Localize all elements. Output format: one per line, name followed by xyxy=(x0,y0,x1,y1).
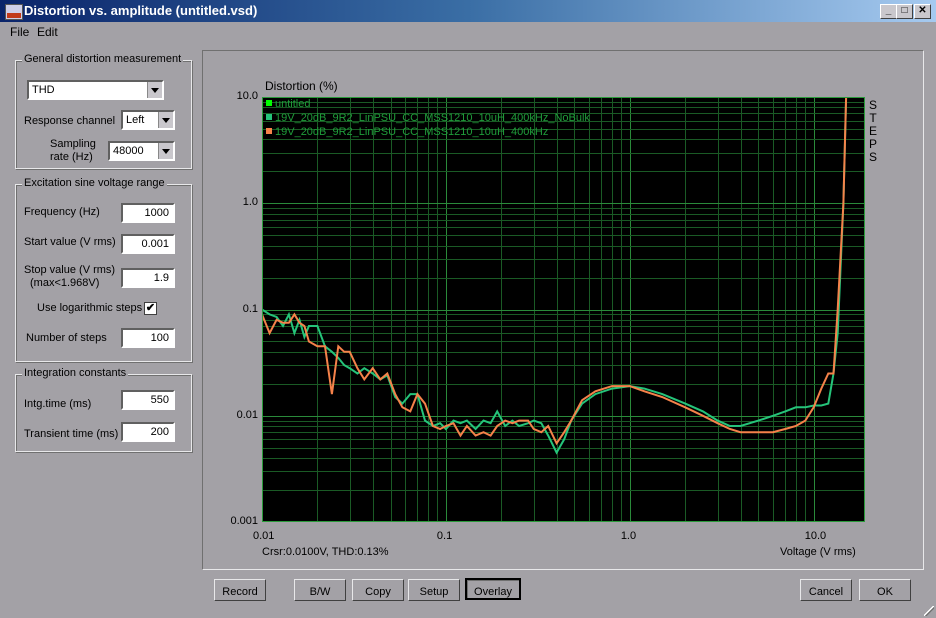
measurement-select[interactable]: THD xyxy=(27,80,164,100)
y-tick-label: 10.0 xyxy=(236,90,258,102)
steps-letter: S xyxy=(868,150,877,164)
x-axis-label: Voltage (V rms) xyxy=(780,546,856,558)
chevron-down-icon[interactable] xyxy=(158,143,173,159)
sampling-rate-value: 48000 xyxy=(113,145,144,157)
legend-item: 19V_20dB_9R2_LinPSU_CC_MSS1210_10uH_400k… xyxy=(266,126,548,138)
cursor-readout: Crsr:0.0100V, THD:0.13% xyxy=(262,546,389,558)
setup-button[interactable]: Setup xyxy=(408,579,460,601)
ok-button[interactable]: OK xyxy=(859,579,911,601)
frequency-label: Frequency (Hz) xyxy=(24,206,100,218)
excitation-group: Excitation sine voltage range Frequency … xyxy=(15,177,192,362)
bw-button[interactable]: B/W xyxy=(294,579,346,601)
window-title: Distortion vs. amplitude (untitled.vsd) xyxy=(24,3,258,18)
legend-label: untitled xyxy=(275,98,311,110)
intg-time-label: Intg.time (ms) xyxy=(24,398,92,410)
legend-swatch xyxy=(266,128,272,134)
x-tick-label: 0.1 xyxy=(436,530,453,542)
chevron-down-icon[interactable] xyxy=(147,82,162,98)
x-tick-label: 10.0 xyxy=(804,530,827,542)
log-steps-label: Use logarithmic steps xyxy=(37,302,143,314)
y-tick-label: 0.1 xyxy=(242,302,258,315)
transient-time-input[interactable]: 200 xyxy=(121,422,175,442)
stop-value-max-label: (max<1.968V) xyxy=(30,277,100,289)
measurement-value: THD xyxy=(32,84,55,96)
chevron-down-icon[interactable] xyxy=(158,112,173,128)
group-title: General distortion measurement xyxy=(22,53,184,65)
x-tick-label: 0.01 xyxy=(253,530,275,542)
frequency-input[interactable]: 1000 xyxy=(121,203,175,223)
y-axis-label: Distortion (%) xyxy=(265,79,338,93)
response-channel-select[interactable]: Left xyxy=(121,110,175,130)
transient-time-label: Transient time (ms) xyxy=(24,428,119,440)
legend-swatch xyxy=(266,100,272,106)
menu-bar: File Edit xyxy=(0,22,936,42)
app-icon xyxy=(5,4,23,20)
close-button[interactable]: ✕ xyxy=(914,4,931,19)
log-steps-checkbox[interactable]: ✔ xyxy=(144,302,157,315)
legend-label: 19V_20dB_9R2_LinPSU_CC_MSS1210_10uH_400k… xyxy=(275,112,590,124)
legend-swatch xyxy=(266,114,272,120)
response-channel-value: Left xyxy=(126,114,145,126)
overlay-button[interactable]: Overlay xyxy=(465,578,521,600)
steps-axis-label: S T E P S xyxy=(868,99,878,164)
y-tick-label: 0.001 xyxy=(230,515,258,527)
legend-item: untitled xyxy=(266,98,310,110)
legend-item: 19V_20dB_9R2_LinPSU_CC_MSS1210_10uH_400k… xyxy=(266,112,590,124)
stop-value-label: Stop value (V rms) xyxy=(24,264,116,276)
plot-area[interactable] xyxy=(262,97,865,522)
group-title: Excitation sine voltage range xyxy=(22,177,167,189)
sampling-rate-select[interactable]: 48000 xyxy=(108,141,175,161)
minimize-button[interactable]: _ xyxy=(880,4,897,19)
x-tick-label: 1.0 xyxy=(620,530,637,542)
title-bar: Distortion vs. amplitude (untitled.vsd) … xyxy=(0,0,936,22)
integration-group: Integration constants Intg.time (ms) 550… xyxy=(15,367,192,452)
start-value-label: Start value (V rms) xyxy=(24,236,116,248)
menu-file[interactable]: File xyxy=(10,25,29,39)
record-button[interactable]: Record xyxy=(214,579,266,601)
maximize-button[interactable]: □ xyxy=(896,4,913,19)
intg-time-input[interactable]: 550 xyxy=(121,390,175,410)
response-channel-label: Response channel xyxy=(24,115,116,127)
number-of-steps-input[interactable]: 100 xyxy=(121,328,175,348)
number-of-steps-label: Number of steps xyxy=(26,332,107,344)
copy-button[interactable]: Copy xyxy=(352,579,404,601)
stop-value-input[interactable]: 1.9 xyxy=(121,268,175,288)
resize-grip[interactable] xyxy=(924,606,934,616)
menu-edit[interactable]: Edit xyxy=(37,25,58,39)
cancel-button[interactable]: Cancel xyxy=(800,579,852,601)
legend-label: 19V_20dB_9R2_LinPSU_CC_MSS1210_10uH_400k… xyxy=(275,126,549,138)
sampling-rate-label-2: rate (Hz) xyxy=(50,151,93,163)
general-distortion-group: General distortion measurement THD Respo… xyxy=(15,53,192,169)
sampling-rate-label: Sampling xyxy=(50,138,96,150)
y-tick-label: 1.0 xyxy=(242,196,258,209)
y-tick-label: 0.01 xyxy=(236,408,258,421)
group-title: Integration constants xyxy=(22,367,129,379)
start-value-input[interactable]: 0.001 xyxy=(121,234,175,254)
